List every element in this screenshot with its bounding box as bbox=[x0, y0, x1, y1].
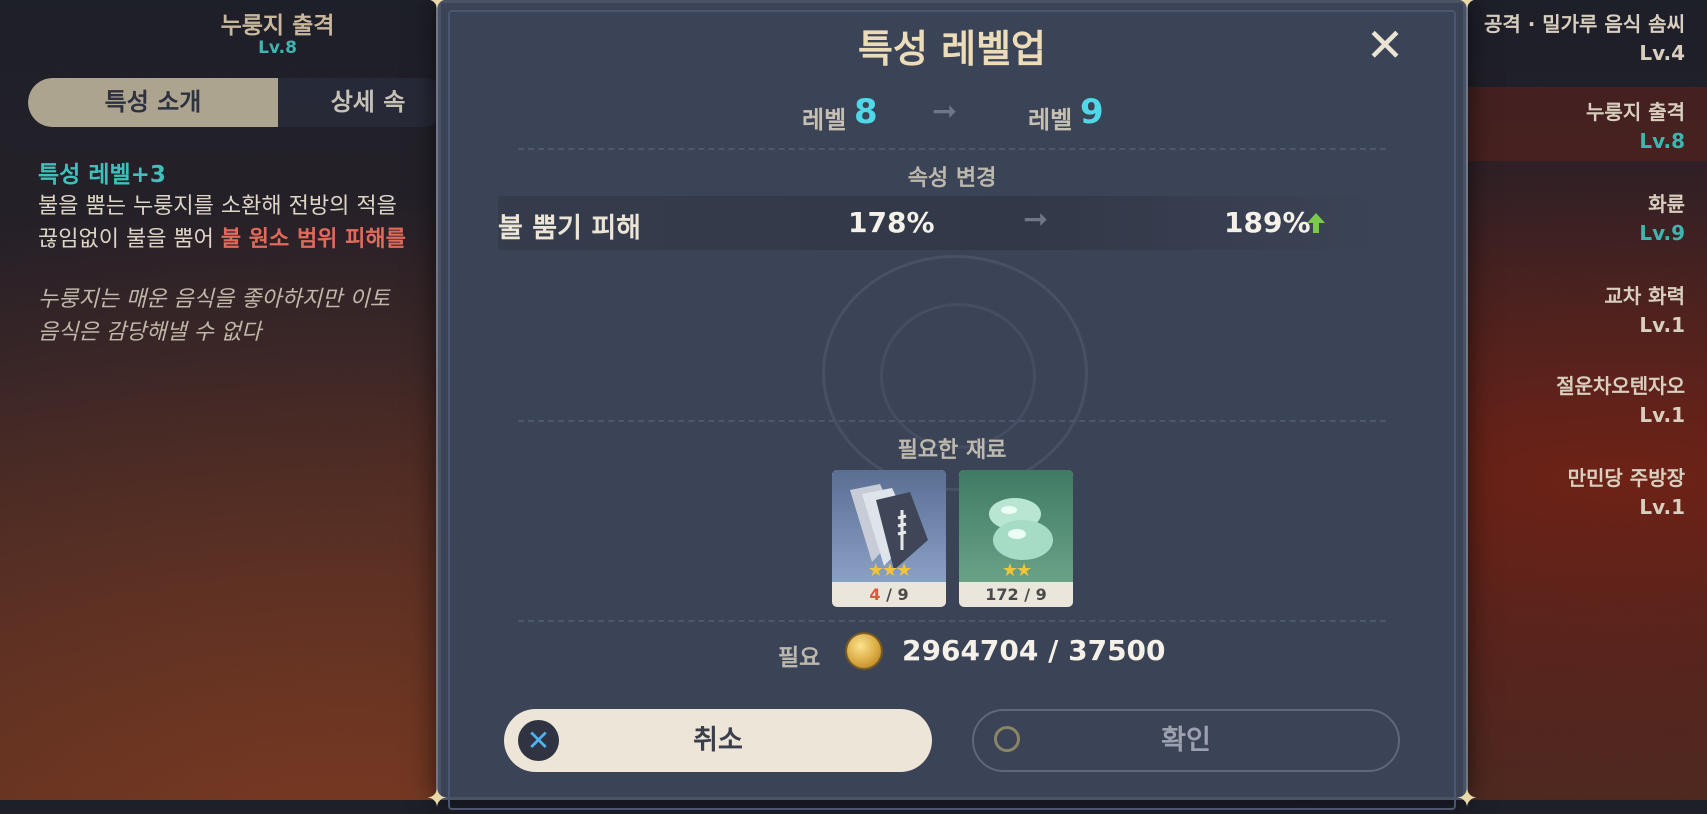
confirm-label: 확인 bbox=[1161, 725, 1211, 756]
attribute-row: 불 뿜기 피해 178% ➞ 189% bbox=[498, 196, 1378, 250]
talent-list: 공격 · 밀가루 음식 솜씨 Lv.4 누룽지 출격 Lv.8 화륜 Lv.9 … bbox=[1462, 0, 1707, 800]
talent-list-name: 누룽지 출격 bbox=[1586, 100, 1685, 124]
talent-list-level: Lv.9 bbox=[1639, 221, 1685, 245]
increase-arrow-icon bbox=[1307, 213, 1325, 233]
talent-list-item[interactable]: 절운차오텐자오 Lv.1 bbox=[1556, 370, 1685, 427]
material-need: / 9 bbox=[1024, 585, 1047, 604]
level-label: 레벨 bbox=[1028, 106, 1073, 134]
arrow-right-icon: ➞ bbox=[932, 94, 958, 129]
materials-label: 필요한 재료 bbox=[897, 438, 1007, 463]
level-change: 레벨 8 ➞ 레벨 9 bbox=[438, 92, 1466, 137]
attribute-new-value: 189% bbox=[1224, 206, 1311, 239]
cost-label: 필요 bbox=[778, 645, 821, 671]
pyro-damage-text: 불 원소 범위 피해를 bbox=[220, 227, 406, 252]
talent-list-level: Lv.1 bbox=[1639, 403, 1685, 427]
talent-list-item[interactable]: 만민당 주방장 Lv.1 bbox=[1568, 462, 1685, 519]
talent-list-level: Lv.8 bbox=[1639, 129, 1685, 153]
confirm-button[interactable]: 확인 bbox=[972, 709, 1400, 772]
mora-coin-icon bbox=[847, 634, 881, 668]
material-need: / 9 bbox=[886, 585, 909, 604]
talent-tabs: 특성 소개 상세 속 bbox=[28, 78, 448, 127]
flavor-line: 음식은 감당해낼 수 없다 bbox=[38, 320, 262, 345]
talent-list-name: 화륜 bbox=[1648, 192, 1685, 216]
attribute-name: 불 뿜기 피해 bbox=[498, 213, 641, 244]
level-from: 8 bbox=[854, 92, 878, 132]
corner-ornament-icon: ✦ bbox=[1456, 0, 1478, 16]
attribute-old-value: 178% bbox=[848, 206, 935, 239]
corner-ornament-icon: ✦ bbox=[426, 784, 448, 814]
talent-list-name: 교차 화력 bbox=[1604, 284, 1685, 308]
talent-detail-panel: 누룽지 출격 Lv.8 특성 소개 상세 속 특성 레벨+3 불을 뿜는 누룽지… bbox=[0, 0, 448, 800]
dialog-title: 특성 레벨업 bbox=[857, 27, 1047, 71]
rarity-stars: ★★★ bbox=[867, 560, 912, 581]
cost-value: 2964704 / 37500 bbox=[902, 634, 1166, 667]
divider bbox=[518, 620, 1386, 622]
talent-list-level: Lv.1 bbox=[1639, 495, 1685, 519]
talent-list-level: Lv.4 bbox=[1639, 41, 1685, 65]
divider bbox=[518, 148, 1386, 150]
talent-list-name: 만민당 주방장 bbox=[1567, 466, 1685, 490]
material-item[interactable]: ★★ 172 / 9 bbox=[959, 470, 1073, 607]
attribute-change-label: 속성 변경 bbox=[907, 166, 997, 191]
talent-list-item[interactable]: 화륜 Lv.9 bbox=[1639, 188, 1685, 245]
cancel-label: 취소 bbox=[693, 725, 743, 756]
material-count: 172 / 9 bbox=[959, 582, 1073, 607]
cancel-button[interactable]: ✕ 취소 bbox=[504, 709, 932, 772]
talent-list-item[interactable]: 공격 · 밀가루 음식 솜씨 Lv.4 bbox=[1484, 8, 1685, 65]
corner-ornament-icon: ✦ bbox=[1456, 784, 1478, 814]
corner-ornament-icon: ✦ bbox=[426, 0, 448, 16]
rarity-stars: ★★ bbox=[1001, 560, 1032, 581]
talent-list-level: Lv.1 bbox=[1639, 313, 1685, 337]
material-have: 4 bbox=[869, 585, 881, 604]
material-item[interactable]: ★★★ 4 / 9 bbox=[832, 470, 946, 607]
divider bbox=[518, 420, 1386, 422]
talent-list-item[interactable]: 교차 화력 Lv.1 bbox=[1604, 280, 1685, 337]
material-count: 4 / 9 bbox=[832, 582, 946, 607]
material-have: 172 bbox=[985, 585, 1019, 604]
mora-cost: 필요 2964704 / 37500 bbox=[438, 632, 1466, 672]
flavor-line: 누룽지는 매운 음식을 좋아하지만 이토 bbox=[38, 287, 390, 312]
talent-list-item-selected[interactable]: 누룽지 출격 Lv.8 bbox=[1586, 96, 1685, 153]
arrow-right-icon: ➞ bbox=[1023, 202, 1049, 237]
talent-level-up-dialog: ✦ ✦ ✦ ✦ 특성 레벨업 ✕ 레벨 8 ➞ 레벨 9 속성 변경 불 뿜기 … bbox=[426, 0, 1478, 812]
tab-details[interactable]: 상세 속 bbox=[278, 78, 448, 127]
talent-list-name: 공격 · 밀가루 음식 솜씨 bbox=[1483, 12, 1685, 36]
close-icon[interactable]: ✕ bbox=[1360, 20, 1410, 70]
level-label: 레벨 bbox=[802, 106, 847, 134]
desc-text: 끊임없이 불을 뿜어 bbox=[38, 227, 221, 252]
talent-list-name: 절운차오텐자오 bbox=[1556, 374, 1685, 398]
talent-bonus: 특성 레벨+3 bbox=[38, 162, 166, 188]
talent-flavor-text: 누룽지는 매운 음식을 좋아하지만 이토 음식은 감당해낼 수 없다 bbox=[38, 283, 390, 349]
tab-talent-intro[interactable]: 특성 소개 bbox=[28, 78, 278, 127]
level-to: 9 bbox=[1080, 92, 1104, 132]
